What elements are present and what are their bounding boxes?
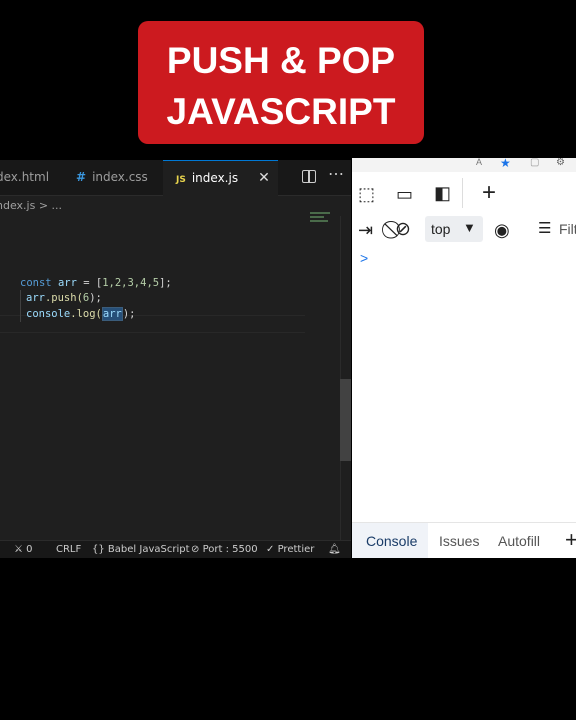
add-tab-icon[interactable]: +: [565, 527, 576, 553]
code-editor: dex.html # index.css JS index.js ✕ ⋯ ndex.j…: [0, 160, 351, 558]
scrollbar-thumb[interactable]: [340, 379, 351, 461]
context-select-value: top: [431, 221, 451, 237]
live-expression-eye-icon[interactable]: ◉: [494, 221, 510, 239]
code-line-3[interactable]: console.log(arr);: [26, 307, 136, 321]
check-icon: ✓: [266, 544, 275, 555]
selected-word: arr: [101, 307, 123, 321]
editor-tab-bar: dex.html # index.css JS index.js ✕ ⋯: [0, 160, 351, 196]
js-file-icon: JS: [176, 175, 186, 185]
inspect-element-icon[interactable]: ⬚: [358, 185, 375, 203]
tab-console[interactable]: Console: [366, 533, 417, 549]
device-emulation-icon[interactable]: ▭: [396, 185, 413, 203]
title-banner: PUSH & POP JAVASCRIPT: [138, 21, 424, 144]
filter-input[interactable]: Filt: [559, 222, 576, 236]
tab-index-css[interactable]: # index.css: [62, 160, 176, 195]
chevron-down-icon: ▼: [463, 220, 476, 235]
status-eol[interactable]: CRLF: [56, 541, 81, 558]
devtools-panel: A ★ ▢ ⚙ ⬚ ▭ ◧ + ⇥ ⃠ ⊘ top ▼ ◉ ☰ Filt > C…: [352, 158, 576, 558]
indent-guide: [20, 290, 21, 322]
browser-top-strip: A ★ ▢ ⚙: [352, 158, 576, 172]
console-prompt-chevron-icon[interactable]: >: [360, 250, 368, 266]
status-language[interactable]: {} Babel JavaScript: [92, 541, 190, 558]
extensions-icon[interactable]: ⚙: [556, 158, 565, 168]
port-icon: ⊘: [191, 544, 200, 555]
split-editor-icon[interactable]: [302, 170, 316, 183]
tab-issues[interactable]: Issues: [439, 533, 479, 549]
status-errors[interactable]: ⚔ 0: [14, 541, 33, 558]
title-line-2: JAVASCRIPT: [166, 91, 396, 132]
css-hash-icon: #: [76, 170, 87, 184]
sidebar-toggle-icon[interactable]: ⇥: [358, 221, 373, 239]
close-tab-icon[interactable]: ✕: [258, 170, 270, 186]
status-prettier[interactable]: ✓ Prettier: [266, 541, 314, 558]
code-line-2[interactable]: arr.push(6);: [26, 292, 102, 304]
dock-side-icon[interactable]: ◧: [434, 184, 451, 202]
context-select[interactable]: top ▼: [425, 216, 483, 242]
more-actions-icon[interactable]: ⋯: [328, 164, 344, 184]
clear-console-circle: ⊘: [395, 219, 411, 240]
minimap[interactable]: [310, 210, 334, 228]
tab-label: index.css: [92, 170, 148, 184]
tab-index-js[interactable]: JS index.js ✕: [163, 160, 278, 196]
read-aloud-icon[interactable]: A: [476, 158, 482, 167]
split-icon[interactable]: ▢: [530, 158, 539, 168]
breadcrumb[interactable]: ndex.js > ...: [0, 196, 62, 216]
status-bar: ⚔ 0 CRLF {} Babel JavaScript ⊘ Port : 55…: [0, 540, 351, 558]
toolbar-divider: [462, 178, 463, 208]
tab-autofill[interactable]: Autofill: [498, 533, 540, 549]
code-line-1[interactable]: const arr = [1,2,3,4,5];: [20, 277, 172, 289]
filter-icon[interactable]: ☰: [538, 221, 551, 236]
devtools-toolbar: ⬚ ▭ ◧ +: [352, 172, 576, 217]
bell-icon[interactable]: 🔔︎: [328, 541, 341, 558]
add-panel-icon[interactable]: +: [482, 181, 496, 205]
tab-label: index.js: [191, 171, 239, 185]
tab-index-html[interactable]: dex.html: [0, 160, 60, 195]
devtools-drawer-tabs: Console Issues Autofill +: [352, 522, 576, 558]
status-port[interactable]: ⊘ Port : 5500: [191, 541, 258, 558]
title-line-1: PUSH & POP: [166, 40, 396, 81]
braces-icon: {}: [92, 544, 105, 555]
tab-label: dex.html: [0, 170, 50, 184]
favorite-star-icon[interactable]: ★: [500, 158, 511, 169]
signal-icon: ⚔: [14, 544, 23, 555]
